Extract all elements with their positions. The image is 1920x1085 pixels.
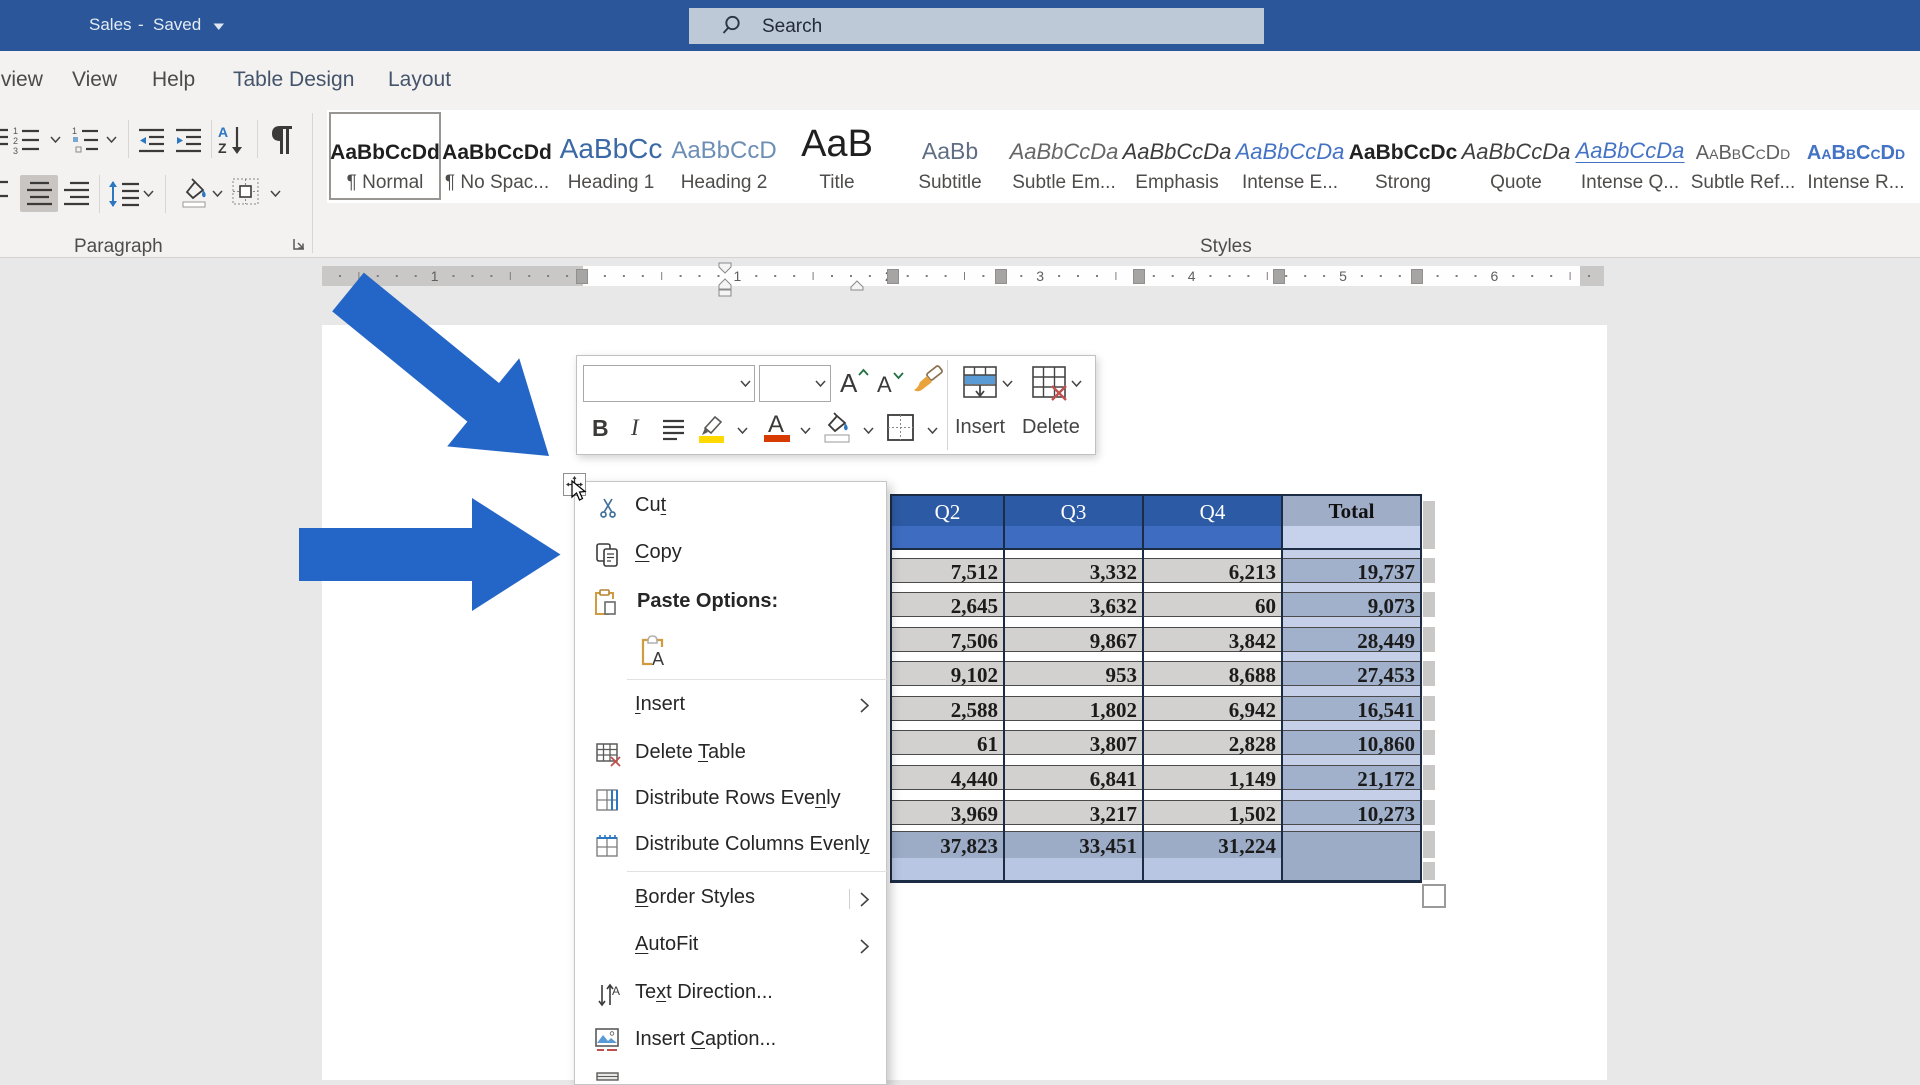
svg-text:A: A (612, 984, 620, 998)
svg-text:A: A (652, 649, 664, 669)
